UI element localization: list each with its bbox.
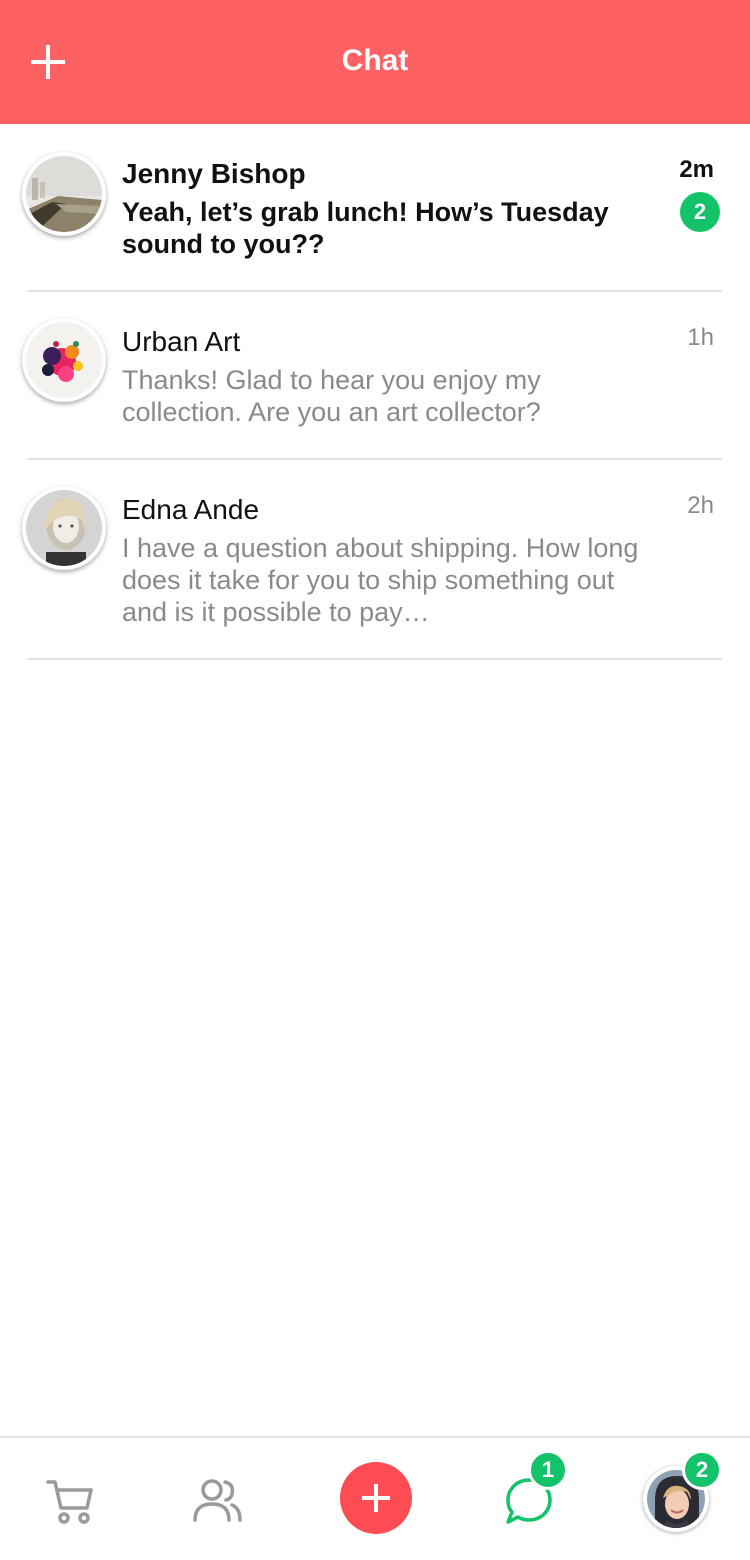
add-listing-button[interactable] <box>340 1462 412 1534</box>
chat-item-jenny-bishop[interactable]: Jenny Bishop Yeah, let’s grab lunch! How… <box>0 124 750 292</box>
unread-badge: 2 <box>680 192 720 232</box>
header-bar: Chat <box>0 0 750 124</box>
chat-time: 1h <box>687 324 714 351</box>
paint-splash-icon <box>26 322 102 398</box>
divider <box>28 658 722 660</box>
chat-preview: Thanks! Glad to hear you enjoy my collec… <box>122 365 541 427</box>
avatar <box>22 486 106 570</box>
chat-preview: Yeah, let’s grab lunch! How’s Tuesday so… <box>122 197 609 259</box>
page-title: Chat <box>341 44 409 77</box>
avatar <box>22 152 106 236</box>
woman-portrait-icon <box>26 490 102 566</box>
tab-people[interactable] <box>190 1474 244 1526</box>
chat-preview: I have a question about shipping. How lo… <box>122 533 639 627</box>
avatar <box>22 318 106 402</box>
chat-name: Jenny Bishop <box>122 158 306 189</box>
profile-tab-badge: 2 <box>682 1450 722 1490</box>
tab-cart[interactable] <box>44 1474 96 1526</box>
chat-screen: Chat Jenny Bishop Yeah, let’s grab lunch… <box>0 0 750 1560</box>
beach-photo-icon <box>26 156 102 232</box>
chat-time: 2m <box>679 156 714 183</box>
plus-icon <box>362 1484 390 1512</box>
cart-icon <box>46 1480 93 1524</box>
people-icon <box>193 1479 242 1522</box>
chat-name: Urban Art <box>122 326 241 357</box>
chat-name: Edna Ande <box>122 494 260 525</box>
chat-tab-badge: 1 <box>528 1450 568 1490</box>
tab-bar: 1 2 <box>0 1436 750 1560</box>
chat-time: 2h <box>687 492 714 519</box>
chat-list: Jenny Bishop Yeah, let’s grab lunch! How… <box>0 124 750 660</box>
chat-item-urban-art[interactable]: Urban Art Thanks! Glad to hear you enjoy… <box>0 292 750 460</box>
chat-item-edna-ande[interactable]: Edna Ande I have a question about shippi… <box>0 460 750 660</box>
